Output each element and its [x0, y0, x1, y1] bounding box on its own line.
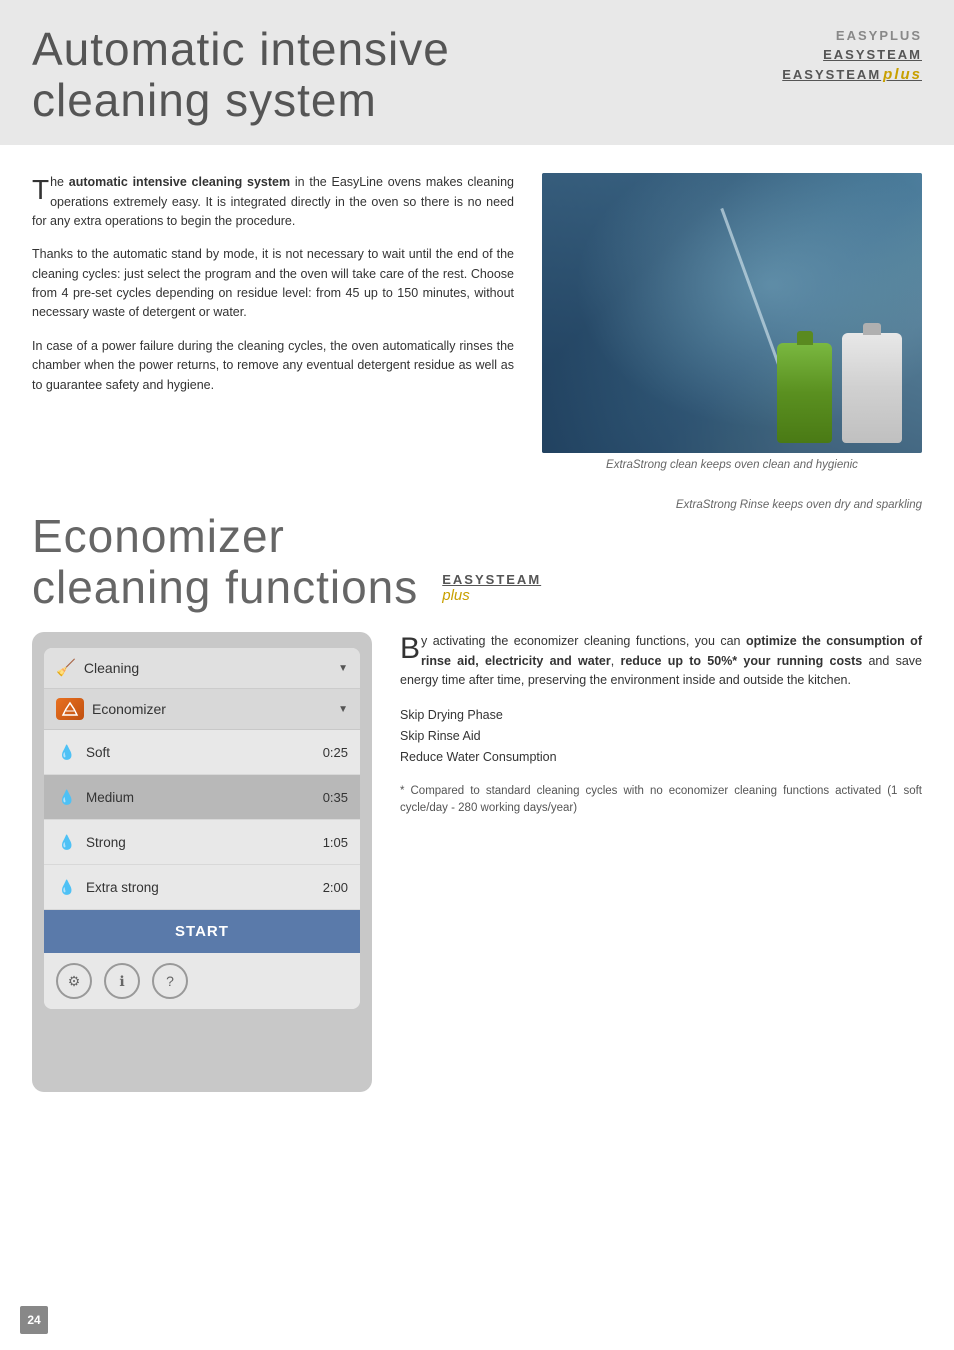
- info-icon[interactable]: ℹ: [104, 963, 140, 999]
- device-screen: 🧹 Cleaning ▼ Economizer ▼ 💧 S: [44, 648, 360, 1009]
- medium-label: Medium: [86, 790, 134, 805]
- footnote: * Compared to standard cleaning cycles w…: [400, 783, 922, 818]
- bottle-green: [777, 343, 832, 443]
- brand-easysteam: EASYSTEAM: [782, 47, 922, 62]
- image-caption-1: ExtraStrong clean keeps oven clean and h…: [542, 453, 922, 475]
- brand-plus-suffix: plus: [883, 66, 922, 83]
- economizer-title: Economizer cleaning functions: [32, 511, 418, 612]
- settings-icon[interactable]: ⚙: [56, 963, 92, 999]
- strong-icon: 💧: [56, 831, 78, 853]
- content-section-1: The automatic intensive cleaning system …: [0, 145, 954, 499]
- skip-item-3: Reduce Water Consumption: [400, 747, 922, 768]
- brand2-easysteam: EASYSTEAM: [442, 572, 541, 587]
- header-section: Automatic intensive cleaning system EASY…: [0, 0, 954, 145]
- header-dropdown-arrow[interactable]: ▼: [338, 663, 348, 674]
- brand-logos: EASYPLUS EASYSTEAM EASYSTEAM plus: [782, 24, 922, 83]
- start-button[interactable]: START: [44, 910, 360, 953]
- paragraph-1: The automatic intensive cleaning system …: [32, 173, 514, 231]
- content-section-2: 🧹 Cleaning ▼ Economizer ▼ 💧 S: [0, 612, 954, 1112]
- extra-strong-time: 2:00: [323, 880, 348, 895]
- economizer-icon: [56, 698, 84, 720]
- economizer-paragraph-1: By activating the economizer cleaning fu…: [400, 632, 922, 690]
- extra-strong-label: Extra strong: [86, 880, 159, 895]
- intro-text: y activating the economizer cleaning fun…: [421, 634, 746, 648]
- medium-icon: 💧: [56, 786, 78, 808]
- extra-strong-row-left: 💧 Extra strong: [56, 876, 159, 898]
- bold-intro: he automatic intensive cleaning system i…: [32, 175, 514, 228]
- strong-label: Strong: [86, 835, 126, 850]
- screen-header[interactable]: 🧹 Cleaning ▼: [44, 648, 360, 689]
- dropcap-b: B: [400, 634, 420, 664]
- strong-row-left: 💧 Strong: [56, 831, 126, 853]
- screen-header-title: 🧹 Cleaning: [56, 658, 139, 678]
- spray-stick: [720, 208, 784, 378]
- main-title: Automatic intensive cleaning system: [32, 24, 450, 125]
- title-line1: Automatic intensive: [32, 23, 450, 75]
- image-column-1: ExtraStrong clean keeps oven clean and h…: [542, 173, 922, 475]
- section-2-header: Economizer cleaning functions EASYSTEAM …: [0, 499, 954, 612]
- easysteam-brand-2: EASYSTEAM plus: [442, 572, 541, 612]
- bottom-icons-row: ⚙ ℹ ?: [44, 953, 360, 1009]
- soft-time: 0:25: [323, 745, 348, 760]
- brand-easyplus: EASYPLUS: [782, 28, 922, 43]
- text-column-1: The automatic intensive cleaning system …: [32, 173, 514, 475]
- rinse-caption: ExtraStrong Rinse keeps oven dry and spa…: [676, 499, 922, 511]
- medium-row-left: 💧 Medium: [56, 786, 134, 808]
- paragraph-3: In case of a power failure during the cl…: [32, 337, 514, 395]
- help-icon[interactable]: ?: [152, 963, 188, 999]
- economizer-title-block: Economizer cleaning functions: [32, 511, 418, 612]
- soft-row-left: 💧 Soft: [56, 741, 110, 763]
- page-number: 24: [20, 1306, 48, 1334]
- brand-easysteam-plus: EASYSTEAM plus: [782, 66, 922, 83]
- soft-label: Soft: [86, 745, 110, 760]
- brand2-plus: plus: [442, 587, 470, 604]
- title-line2: cleaning system: [32, 74, 377, 126]
- skip-item-2: Skip Rinse Aid: [400, 726, 922, 747]
- oven-image: [542, 173, 922, 453]
- soft-icon: 💧: [56, 741, 78, 763]
- text-column-2: By activating the economizer cleaning fu…: [400, 632, 922, 1092]
- skip-list: Skip Drying Phase Skip Rinse Aid Reduce …: [400, 705, 922, 769]
- bottle-white: [842, 333, 902, 443]
- strong-row[interactable]: 💧 Strong 1:05: [44, 820, 360, 865]
- paragraph-2: Thanks to the automatic stand by mode, i…: [32, 245, 514, 323]
- strong-time: 1:05: [323, 835, 348, 850]
- dropcap-t: T: [32, 176, 49, 204]
- bold-text-2: reduce up to 50%* your running costs: [620, 654, 862, 668]
- skip-item-1: Skip Drying Phase: [400, 705, 922, 726]
- medium-row[interactable]: 💧 Medium 0:35: [44, 775, 360, 820]
- extra-strong-icon: 💧: [56, 876, 78, 898]
- economizer-dropdown-arrow[interactable]: ▼: [338, 704, 348, 715]
- economizer-label-row: Economizer: [56, 698, 166, 720]
- extra-strong-row[interactable]: 💧 Extra strong 2:00: [44, 865, 360, 910]
- economizer-label: Economizer: [92, 701, 166, 717]
- cleaning-label: Cleaning: [84, 660, 139, 676]
- cleaning-icon: 🧹: [56, 658, 76, 678]
- economizer-row[interactable]: Economizer ▼: [44, 689, 360, 730]
- soft-row[interactable]: 💧 Soft 0:25: [44, 730, 360, 775]
- medium-time: 0:35: [323, 790, 348, 805]
- device-panel: 🧹 Cleaning ▼ Economizer ▼ 💧 S: [32, 632, 372, 1092]
